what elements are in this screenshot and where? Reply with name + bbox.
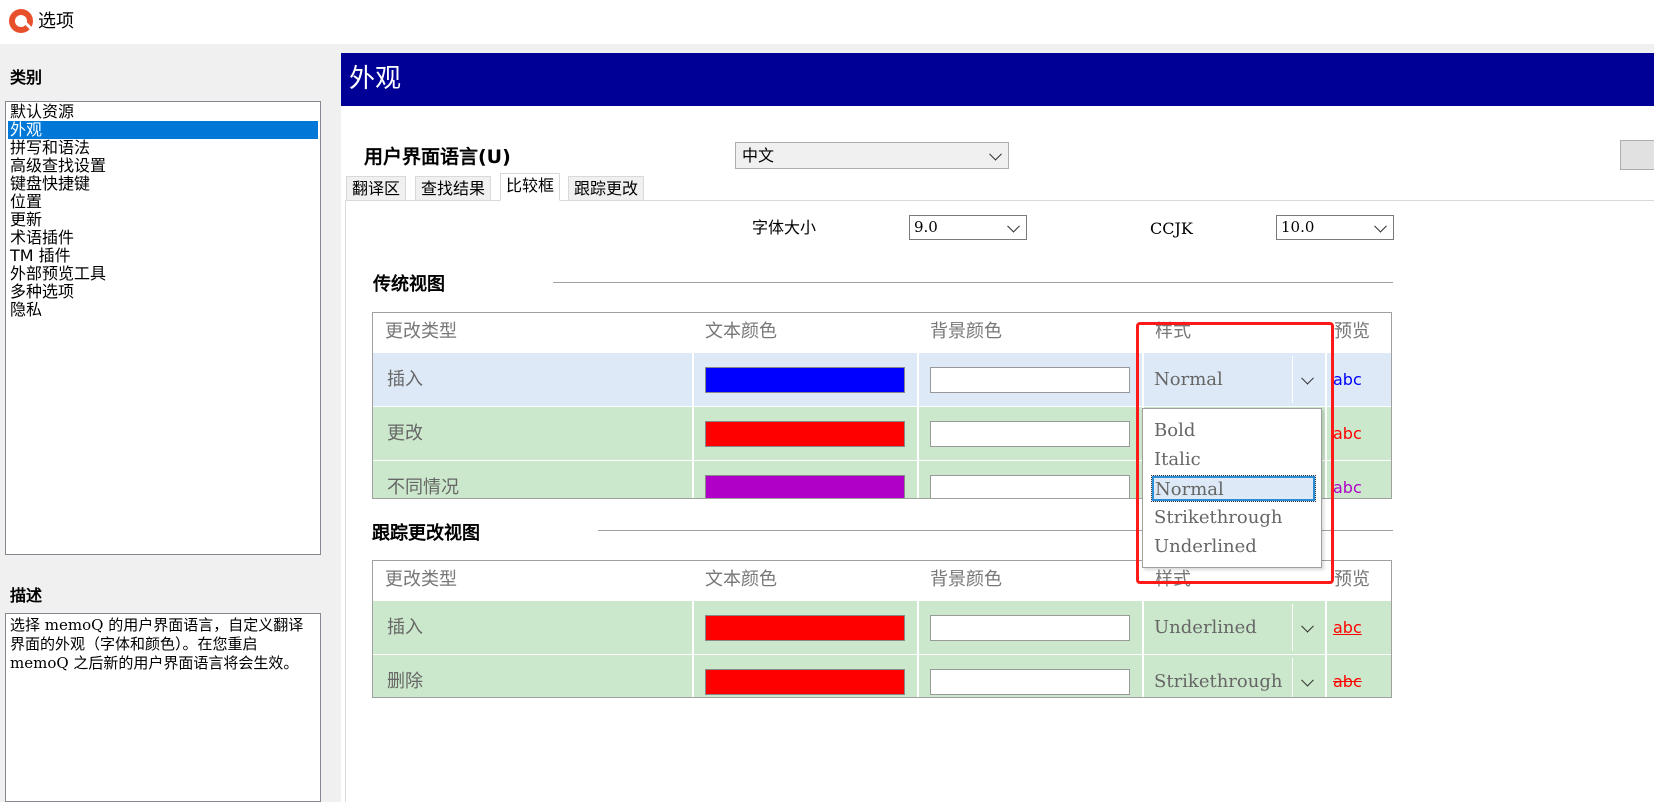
window-title: 选项 — [38, 11, 74, 32]
category-item[interactable]: 高级查找设置 — [6, 157, 320, 175]
text-color-swatch[interactable] — [705, 615, 905, 641]
tab-lookup-results[interactable]: 查找结果 — [415, 176, 492, 201]
category-item[interactable]: 多种选项 — [6, 283, 320, 301]
ccjk-font-size-select[interactable]: 10.0 — [1276, 215, 1394, 240]
chevron-down-icon — [989, 147, 1002, 161]
text-color-swatch[interactable] — [705, 669, 905, 695]
font-size-value: 9.0 — [914, 218, 938, 236]
background-color-swatch[interactable] — [930, 669, 1130, 695]
column-header: 背景颜色 — [918, 313, 1143, 351]
column-header: 预览 — [1326, 561, 1391, 599]
group-divider — [553, 282, 1393, 283]
background-color-swatch[interactable] — [930, 421, 1130, 447]
category-item-selected[interactable]: 外观 — [8, 121, 318, 139]
tab-translation-grid[interactable]: 翻译区 — [346, 176, 407, 201]
category-item[interactable]: 外部预览工具 — [6, 265, 320, 283]
style-dropdown-button[interactable] — [1292, 658, 1321, 697]
tab-track-changes[interactable]: 跟踪更改 — [568, 176, 645, 201]
category-item[interactable]: 默认资源 — [6, 103, 320, 121]
chevron-down-icon — [1007, 219, 1020, 233]
column-separator — [917, 561, 919, 697]
background-color-swatch[interactable] — [930, 475, 1130, 498]
category-item[interactable]: 隐私 — [6, 301, 320, 319]
category-item[interactable]: 拼写和语法 — [6, 139, 320, 157]
change-type: 不同情况 — [387, 477, 459, 498]
text-color-swatch[interactable] — [705, 475, 905, 498]
column-header: 更改类型 — [373, 313, 693, 351]
title-bar — [0, 0, 1654, 44]
traditional-view-title: 传统视图 — [373, 274, 445, 295]
preview-text: abc — [1333, 672, 1362, 691]
description-text: 选择 memoQ 的用户界面语言，自定义翻译界面的外观（字体和颜色）。在您重启 … — [5, 613, 321, 802]
chevron-down-icon — [1374, 219, 1387, 233]
background-color-swatch[interactable] — [930, 367, 1130, 393]
ui-language-value: 中文 — [742, 146, 775, 165]
side-button[interactable] — [1620, 140, 1654, 170]
ui-language-select[interactable]: 中文 — [735, 142, 1009, 169]
preview-text: abc — [1333, 370, 1362, 389]
ui-language-label: 用户界面语言(U) — [364, 146, 511, 168]
tab-content — [345, 200, 1654, 802]
column-header: 文本颜色 — [693, 313, 918, 351]
highlight-box — [1136, 322, 1334, 584]
change-type: 插入 — [387, 369, 423, 390]
text-color-swatch[interactable] — [705, 367, 905, 393]
category-item[interactable]: 位置 — [6, 193, 320, 211]
ccjk-label: CCJK — [1150, 219, 1193, 238]
change-type: 删除 — [387, 671, 423, 692]
preview-text: abc — [1333, 618, 1362, 637]
change-type: 更改 — [387, 423, 423, 444]
ccjk-font-size-value: 10.0 — [1281, 218, 1315, 236]
chevron-down-icon — [1301, 619, 1314, 633]
style-select[interactable]: Strikethrough — [1144, 658, 1292, 697]
category-label: 类别 — [10, 68, 43, 87]
memoq-logo-icon — [9, 9, 33, 33]
style-select[interactable]: Underlined — [1144, 604, 1292, 651]
tracked-changes-view-title: 跟踪更改视图 — [372, 523, 480, 544]
style-dropdown-button[interactable] — [1292, 604, 1321, 651]
preview-text: abc — [1333, 478, 1362, 497]
column-separator — [692, 561, 694, 697]
tab-compare-box[interactable]: 比较框 — [500, 173, 561, 201]
background-color-swatch[interactable] — [930, 615, 1130, 641]
font-size-label: 字体大小 — [752, 218, 817, 237]
category-item[interactable]: 键盘快捷键 — [6, 175, 320, 193]
column-header: 文本颜色 — [693, 561, 918, 599]
description-label: 描述 — [10, 586, 43, 605]
table-row[interactable]: 插入 Underlined abc — [373, 601, 1391, 655]
column-header: 更改类型 — [373, 561, 693, 599]
category-item[interactable]: TM 插件 — [6, 247, 320, 265]
chevron-down-icon — [1301, 673, 1314, 687]
preview-text: abc — [1333, 424, 1362, 443]
column-header: 背景颜色 — [918, 561, 1143, 599]
table-row[interactable]: 删除 Strikethrough abc — [373, 655, 1391, 697]
section-title: 外观 — [341, 53, 1654, 106]
change-type: 插入 — [387, 617, 423, 638]
column-separator — [692, 313, 694, 498]
category-list[interactable]: 默认资源 外观 拼写和语法 高级查找设置 键盘快捷键 位置 更新 术语插件 TM… — [5, 101, 321, 555]
column-separator — [917, 313, 919, 498]
font-size-select[interactable]: 9.0 — [909, 215, 1027, 240]
column-header: 预览 — [1326, 313, 1391, 351]
category-item[interactable]: 更新 — [6, 211, 320, 229]
text-color-swatch[interactable] — [705, 421, 905, 447]
category-item[interactable]: 术语插件 — [6, 229, 320, 247]
